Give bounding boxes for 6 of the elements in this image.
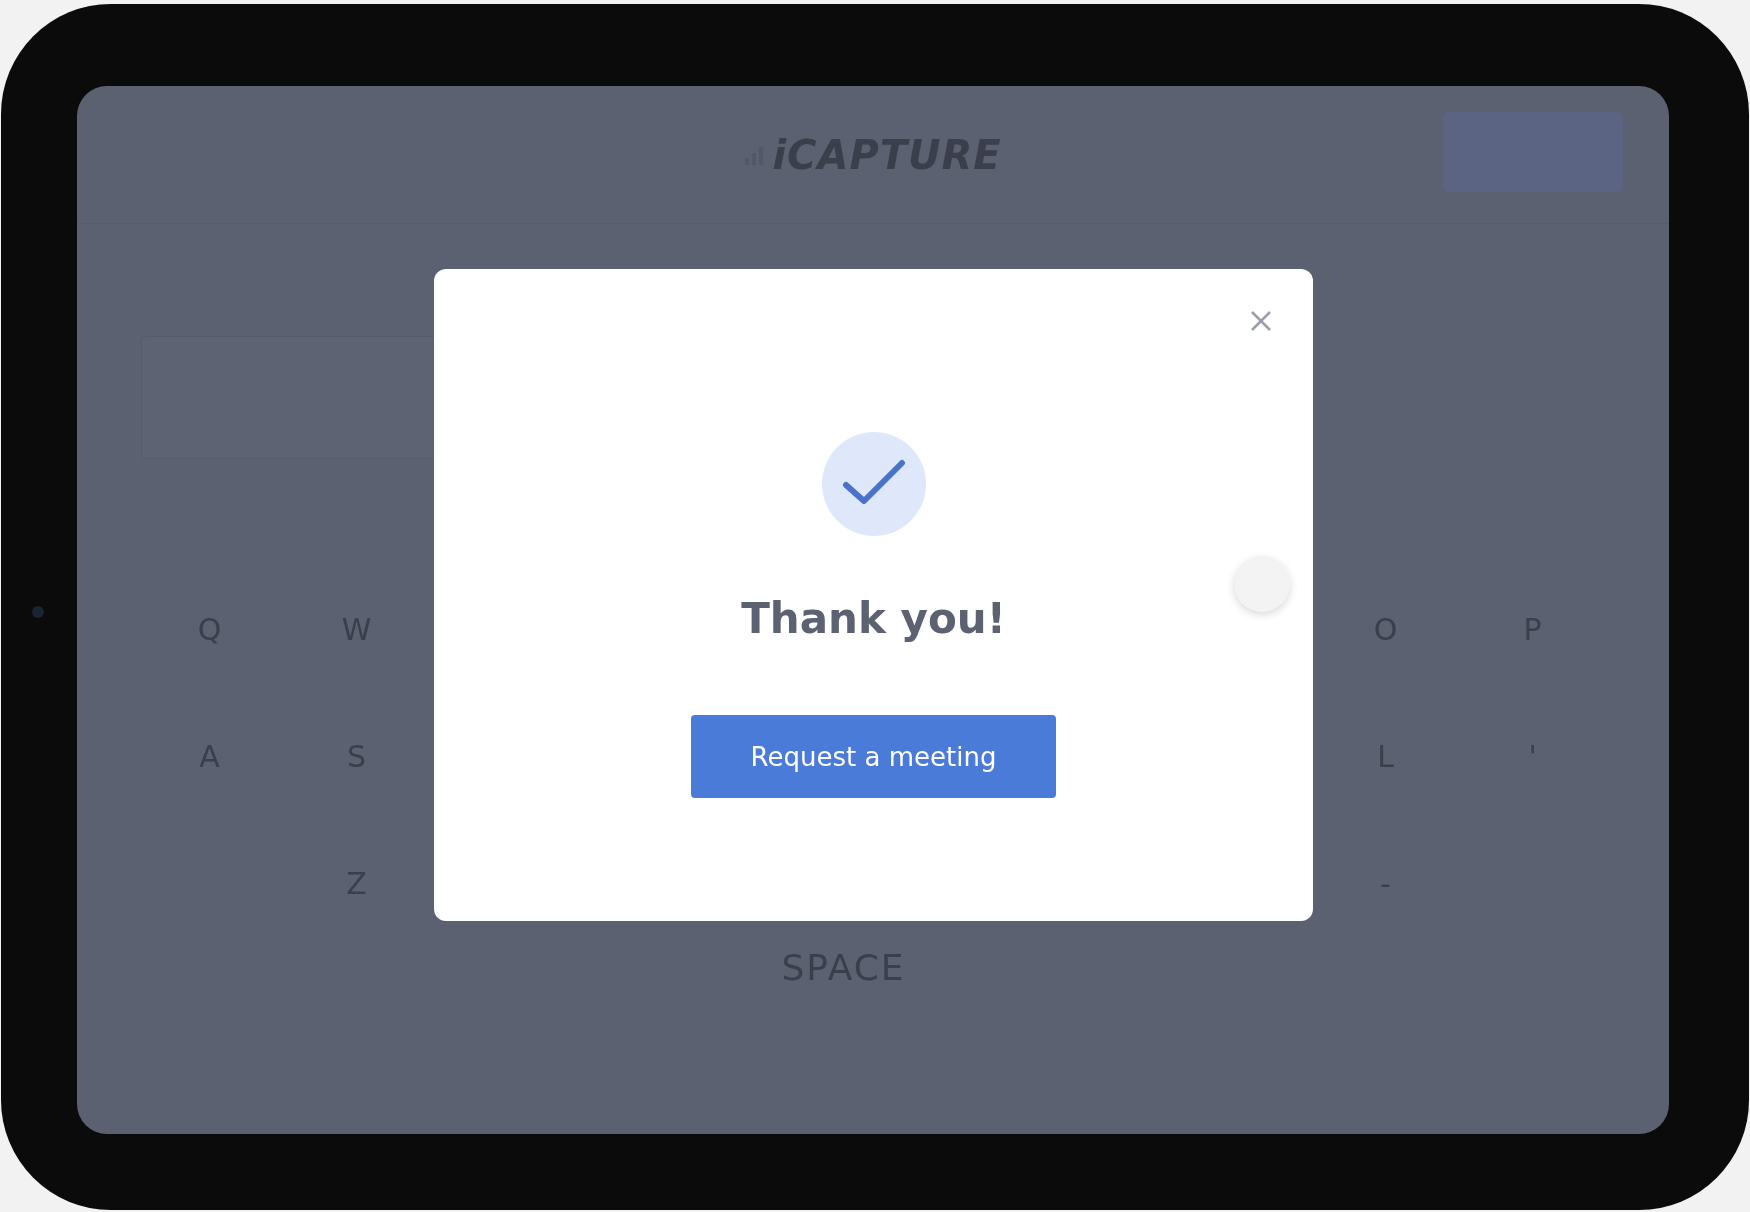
- touch-indicator: [1234, 556, 1290, 612]
- dialog-title: Thank you!: [741, 594, 1006, 643]
- request-meeting-button[interactable]: Request a meeting: [691, 715, 1056, 798]
- keyboard-key[interactable]: -: [1380, 866, 1391, 901]
- camera-dot: [32, 606, 44, 618]
- keyboard-key[interactable]: ': [1528, 739, 1537, 774]
